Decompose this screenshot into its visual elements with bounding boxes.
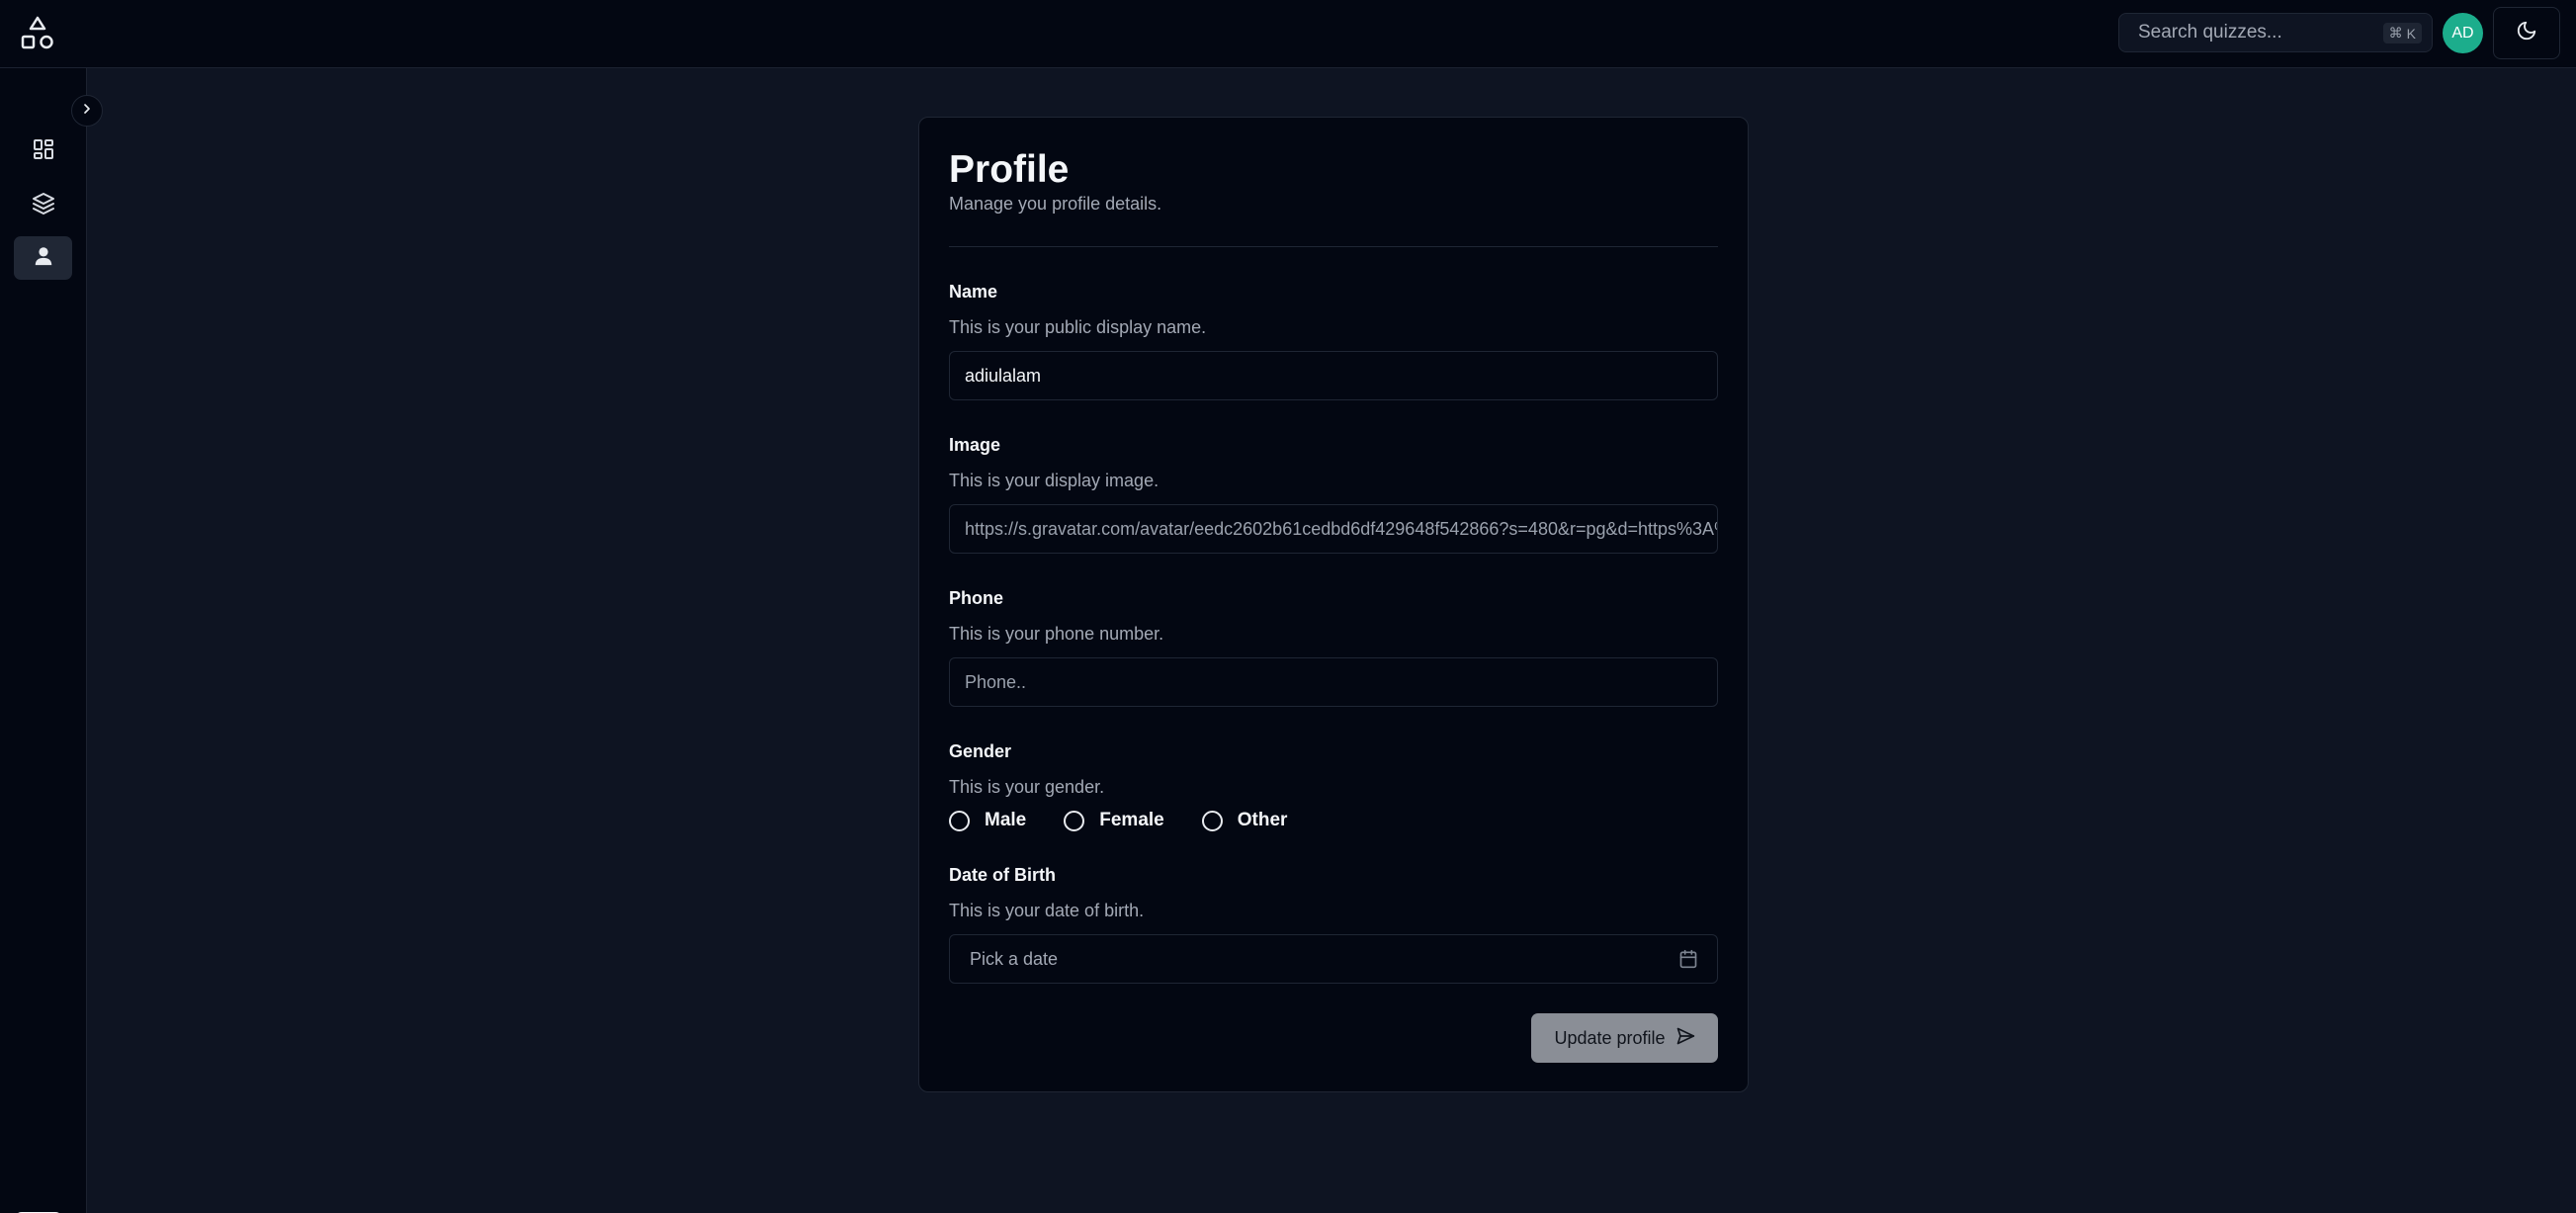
image-url-value: https://s.gravatar.com/avatar/eedc2602b6… bbox=[965, 518, 1717, 539]
name-value: adiulalam bbox=[965, 365, 1042, 386]
sidebar-item-quizzes[interactable] bbox=[14, 184, 72, 227]
name-description: This is your public display name. bbox=[949, 317, 1207, 337]
avatar-initials: AD bbox=[2451, 24, 2474, 42]
gender-option-female[interactable]: Female bbox=[1064, 810, 1164, 831]
command-key: ⌘ bbox=[2388, 25, 2403, 41]
radio-button[interactable] bbox=[1201, 810, 1223, 831]
sidebar bbox=[0, 68, 87, 1213]
page-subtitle: Manage you profile details. bbox=[949, 194, 1162, 214]
update-profile-button[interactable]: Update profile bbox=[1531, 1013, 1718, 1063]
image-url-input[interactable]: https://s.gravatar.com/avatar/eedc2602b6… bbox=[949, 504, 1718, 554]
radio-label: Male bbox=[985, 810, 1027, 830]
gender-option-male[interactable]: Male bbox=[949, 810, 1026, 831]
name-input[interactable]: adiulalam bbox=[949, 351, 1718, 400]
phone-label: Phone bbox=[949, 588, 1004, 608]
radio-label: Female bbox=[1099, 810, 1164, 830]
gender-option-other[interactable]: Other bbox=[1201, 810, 1288, 831]
image-description: This is your display image. bbox=[949, 471, 1159, 490]
moon-icon bbox=[2516, 20, 2537, 46]
sidebar-item-profile[interactable] bbox=[14, 236, 72, 280]
update-profile-label: Update profile bbox=[1554, 1027, 1666, 1048]
dob-label: Date of Birth bbox=[949, 865, 1056, 885]
send-icon bbox=[1675, 1026, 1695, 1051]
k-key: K bbox=[2406, 25, 2416, 42]
phone-description: This is your phone number. bbox=[949, 624, 1164, 644]
date-placeholder: Pick a date bbox=[970, 948, 1059, 969]
name-label: Name bbox=[949, 282, 998, 302]
layers-icon bbox=[32, 192, 55, 220]
profile-card: Profile Manage you profile details. Name… bbox=[918, 117, 1749, 1092]
gender-radio-group: Male Female Other bbox=[949, 809, 1325, 832]
theme-toggle-button[interactable] bbox=[2493, 7, 2560, 59]
radio-button[interactable] bbox=[949, 810, 970, 831]
divider bbox=[949, 246, 1718, 247]
phone-input[interactable]: Phone.. bbox=[949, 657, 1718, 707]
shapes-logo-icon[interactable] bbox=[20, 16, 55, 51]
phone-placeholder: Phone.. bbox=[965, 671, 1027, 692]
keyboard-shortcut: ⌘ K bbox=[2382, 23, 2422, 43]
search-button[interactable]: Search quizzes... ⌘ K bbox=[2118, 13, 2433, 52]
layout-grid-icon bbox=[32, 137, 55, 166]
date-picker-button[interactable]: Pick a date bbox=[949, 934, 1718, 984]
sidebar-collapse-button[interactable] bbox=[71, 95, 103, 127]
avatar[interactable]: AD bbox=[2443, 13, 2483, 53]
calendar-icon bbox=[1678, 949, 1698, 974]
dob-description: This is your date of birth. bbox=[949, 901, 1145, 920]
search-placeholder: Search quizzes... bbox=[2138, 22, 2282, 43]
user-icon bbox=[33, 245, 54, 272]
gender-label: Gender bbox=[949, 741, 1012, 761]
image-label: Image bbox=[949, 435, 1001, 455]
top-bar: Search quizzes... ⌘ K AD bbox=[0, 0, 2576, 68]
chevron-right-icon bbox=[79, 101, 95, 122]
radio-label: Other bbox=[1237, 810, 1288, 830]
radio-button[interactable] bbox=[1064, 810, 1085, 831]
sidebar-item-dashboard[interactable] bbox=[14, 130, 72, 173]
page-title: Profile bbox=[949, 148, 1070, 191]
gender-description: This is your gender. bbox=[949, 777, 1105, 797]
